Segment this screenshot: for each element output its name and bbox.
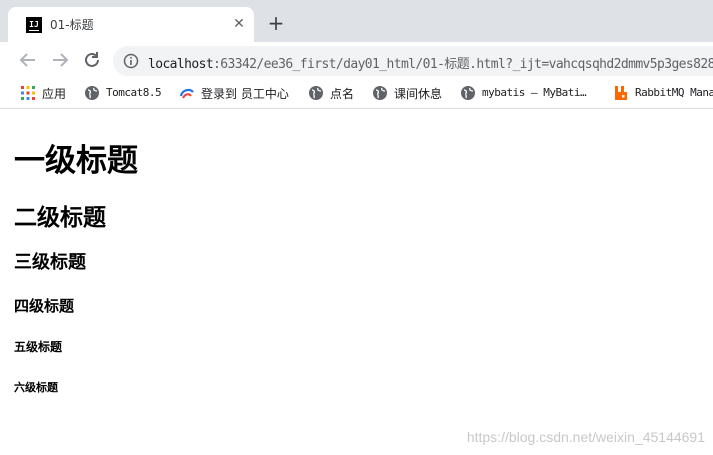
close-tab-icon[interactable]: ✕	[230, 15, 248, 33]
globe-icon	[309, 86, 323, 100]
bookmark-label: 应用	[42, 87, 67, 101]
tab-strip: IJ 01-标题 ✕ +	[0, 0, 713, 42]
bookmark-apps[interactable]: 应用	[20, 84, 70, 102]
globe-icon	[461, 86, 475, 100]
watermark: https://blog.csdn.net/weixin_45144691	[466, 429, 705, 445]
address-bar[interactable]: localhost:63342/ee36_first/day01_html/01…	[113, 46, 713, 76]
swirl-logo-icon	[179, 88, 194, 99]
heading-level-6: 六级标题	[14, 381, 58, 394]
bookmark-roll-call[interactable]: 点名	[308, 84, 360, 102]
browser-tab[interactable]: IJ 01-标题 ✕	[8, 7, 254, 42]
globe-icon	[373, 86, 387, 100]
tab-title: 01-标题	[50, 18, 94, 32]
info-icon[interactable]	[123, 53, 139, 69]
bookmark-label: 登录到 员工中心	[201, 87, 289, 101]
bookmark-label: Tomcat8.5	[106, 86, 162, 99]
heading-level-3: 三级标题	[14, 252, 86, 273]
page-content: 一级标题 二级标题 三级标题 四级标题 五级标题 六级标题 https://bl…	[0, 109, 713, 455]
bookmark-label: 课间休息	[394, 87, 443, 101]
reload-icon	[85, 52, 99, 67]
bookmark-break[interactable]: 课间休息	[372, 84, 448, 102]
forward-button[interactable]	[48, 48, 72, 72]
url-host: localhost	[148, 57, 214, 72]
bookmark-tomcat[interactable]: Tomcat8.5	[84, 84, 166, 102]
url-text[interactable]: localhost:63342/ee36_first/day01_html/01…	[148, 53, 713, 72]
bookmark-label: 点名	[330, 87, 355, 101]
globe-icon	[85, 86, 99, 100]
rabbitmq-icon	[615, 86, 627, 100]
back-arrow-icon	[19, 53, 35, 67]
new-tab-button[interactable]: +	[266, 13, 286, 33]
heading-level-2: 二级标题	[14, 205, 106, 231]
bookmark-mybatis[interactable]: mybatis – MyBati…	[460, 84, 600, 102]
bookmark-label: mybatis – MyBati…	[482, 86, 587, 99]
reload-button[interactable]	[80, 48, 104, 72]
intellij-favicon-icon: IJ	[26, 17, 42, 33]
bookmark-rabbitmq[interactable]: RabbitMQ Mana	[613, 84, 713, 102]
url-path: :63342/ee36_first/day01_html/01-标题.html?…	[213, 57, 713, 72]
apps-grid-icon	[21, 86, 35, 100]
heading-level-5: 五级标题	[14, 340, 63, 354]
bookmark-label: RabbitMQ Mana	[635, 86, 713, 99]
heading-level-4: 四级标题	[14, 297, 75, 315]
heading-level-1: 一级标题	[14, 143, 138, 179]
bookmarks-bar: 应用 Tomcat8.5 登录到 员工中心 点名 课间休息 mybatis – …	[0, 78, 713, 109]
browser-toolbar: localhost:63342/ee36_first/day01_html/01…	[0, 42, 713, 78]
bookmark-employee-center[interactable]: 登录到 员工中心	[179, 84, 297, 102]
forward-arrow-icon	[53, 53, 69, 67]
back-button[interactable]	[16, 48, 40, 72]
